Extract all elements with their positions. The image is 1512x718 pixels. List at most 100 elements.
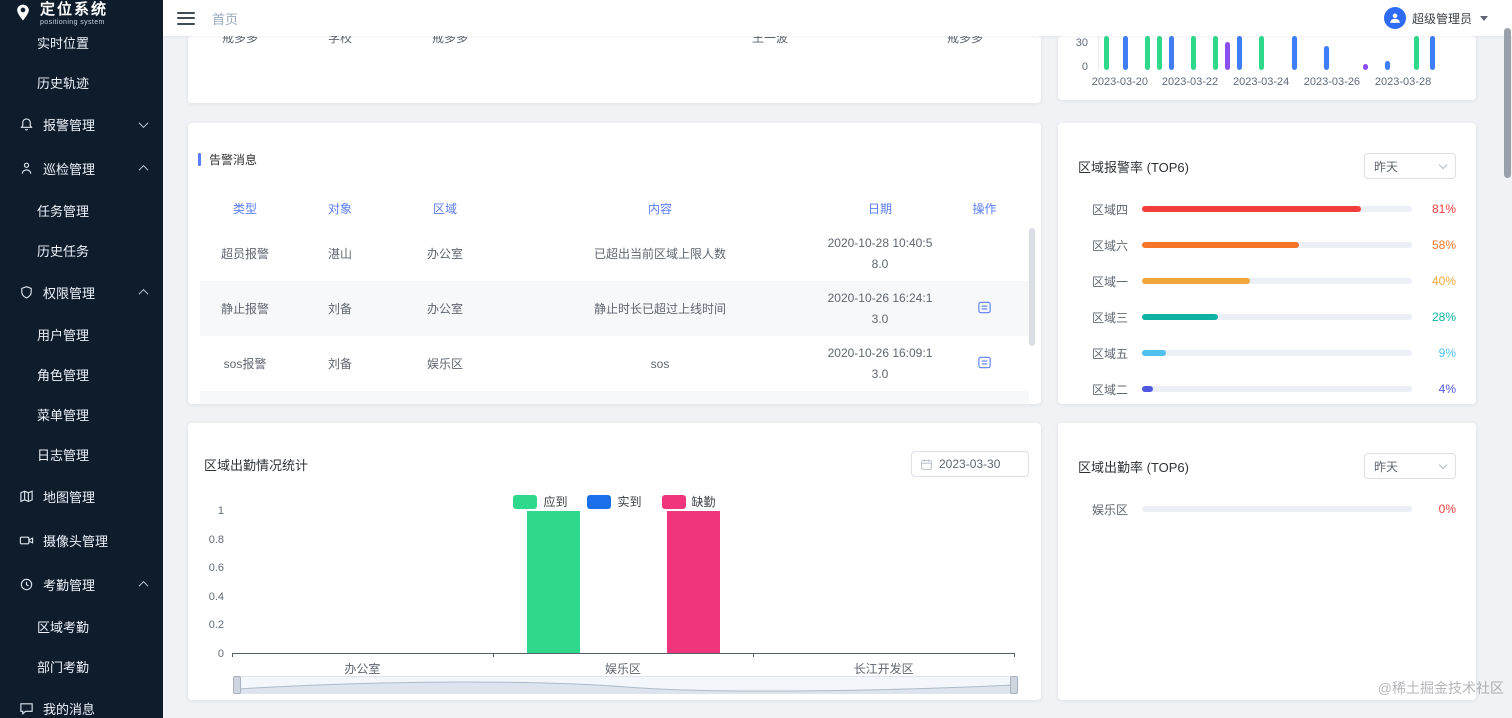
sidebar-item-camera-management[interactable]: 摄像头管理 <box>0 518 163 562</box>
alarm-row[interactable]: 2020-10-26 16:09:1 <box>200 391 1029 404</box>
legend-item-absent[interactable]: 缺勤 <box>661 493 716 510</box>
cell-area: 办公室 <box>426 302 463 316</box>
bar-缺勤 <box>666 511 720 653</box>
legend-item-expected[interactable]: 应到 <box>513 493 567 510</box>
time-filter-select[interactable]: 昨天 <box>1364 453 1456 479</box>
sidebar-item-area-attendance[interactable]: 区域考勤 <box>0 606 163 646</box>
card-alarm-messages: 告警消息 类型 对象 区域 内容 日期 操作 超员报警 湛山 办公室 已超出当前… <box>188 123 1041 404</box>
partial-cell: 戒多多 <box>431 36 469 45</box>
sidebar-item-role-management[interactable]: 角色管理 <box>0 354 163 394</box>
col-type[interactable]: 类型 <box>200 200 290 217</box>
progress-percent: 9% <box>1438 346 1456 360</box>
detail-icon[interactable] <box>977 300 992 315</box>
bar <box>1237 36 1243 70</box>
progress-fill <box>1142 278 1250 284</box>
sidebar-item-patrol-management[interactable]: 巡检管理 <box>0 146 163 190</box>
sidebar-item-department-attendance[interactable]: 部门考勤 <box>0 646 163 686</box>
table-scrollbar-thumb[interactable] <box>1029 228 1035 346</box>
cell-content: 静止时长已超过上线时间 <box>593 302 726 316</box>
progress-percent: 81% <box>1431 202 1456 216</box>
attendance-rate-list: 娱乐区 0% <box>1078 491 1456 527</box>
sidebar-item-map-management[interactable]: 地图管理 <box>0 474 163 518</box>
progress-row: 区域二 4% <box>1091 382 1456 397</box>
sidebar-item-permission-management[interactable]: 权限管理 <box>0 270 163 314</box>
y-axis-label: 0 <box>217 647 224 660</box>
sidebar-item-attendance-management[interactable]: 考勤管理 <box>0 562 163 606</box>
sidebar-item-menu-management[interactable]: 菜单管理 <box>0 394 163 434</box>
cell-date: 2020-10-26 16:09:1 3.0 <box>827 346 933 381</box>
bar <box>1225 42 1231 70</box>
cell-content: sos <box>650 356 670 371</box>
y-axis-labels: 1 0.8 0.6 0.4 0.2 0 <box>188 504 224 661</box>
partial-cell: 戒多多 <box>946 36 984 45</box>
bar <box>1104 36 1110 70</box>
logo-pin-icon <box>13 2 33 28</box>
sidebar-item-history-track[interactable]: 历史轨迹 <box>0 62 163 102</box>
camera-icon <box>19 533 34 548</box>
date-picker[interactable]: 2023-03-30 <box>911 451 1029 477</box>
progress-fill <box>1142 350 1167 356</box>
bar-应到 <box>526 511 580 653</box>
alarm-row[interactable]: 超员报警 湛山 办公室 已超出当前区域上限人数 2020-10-28 10:40… <box>200 226 1029 281</box>
legend-marker <box>513 494 538 509</box>
card-attendance-statistics: 区域出勤情况统计 2023-03-30 应到 实到 缺勤 1 0.8 0.6 0… <box>188 423 1041 700</box>
col-target[interactable]: 对象 <box>290 200 390 217</box>
bar <box>1291 36 1297 70</box>
legend-item-actual[interactable]: 实到 <box>587 493 642 510</box>
chevron-up-icon <box>138 164 149 175</box>
sidebar-item-history-task[interactable]: 历史任务 <box>0 230 163 270</box>
y-axis-label: 0 <box>1081 61 1088 73</box>
slider-handle-right[interactable] <box>1010 676 1018 694</box>
alarm-row[interactable]: 静止报警 刘备 办公室 静止时长已超过上线时间 2020-10-26 16:24… <box>200 281 1029 336</box>
datazoom-slider[interactable] <box>233 676 1018 694</box>
progress-row: 娱乐区 0% <box>1091 502 1456 517</box>
bar <box>1213 36 1219 70</box>
x-axis-labels: 办公室 娱乐区 长江开发区 <box>232 660 1014 677</box>
breadcrumb[interactable]: 首页 <box>212 9 238 28</box>
user-menu[interactable]: 超级管理员 <box>1383 7 1488 29</box>
alarm-rate-title: 区域报警率 (TOP6) <box>1078 159 1189 175</box>
sidebar-item-alarm-management[interactable]: 报警管理 <box>0 102 163 146</box>
bar <box>1168 36 1174 70</box>
detail-icon[interactable] <box>977 355 992 370</box>
x-axis-label: 办公室 <box>344 662 381 676</box>
time-filter-select[interactable]: 昨天 <box>1364 153 1456 179</box>
col-operation[interactable]: 操作 <box>940 200 1029 217</box>
alarm-row[interactable]: sos报警 刘备 娱乐区 sos 2020-10-26 16:09:1 3.0 <box>200 336 1029 391</box>
progress-percent: 58% <box>1431 238 1456 252</box>
progress-percent: 4% <box>1438 382 1456 396</box>
map-icon <box>19 489 34 504</box>
y-axis-label: 0.8 <box>208 533 224 546</box>
cell-type: 超员报警 <box>220 247 269 261</box>
x-axis-label: 2023-03-20 <box>1091 76 1149 88</box>
chart-legend: 应到 实到 缺勤 <box>188 493 1041 510</box>
cell-type: 静止报警 <box>220 302 269 316</box>
bar <box>1324 45 1330 70</box>
col-content[interactable]: 内容 <box>500 200 820 217</box>
top-chart-plot <box>1098 36 1440 70</box>
sidebar-item-log-management[interactable]: 日志管理 <box>0 434 163 474</box>
progress-fill <box>1142 206 1361 212</box>
slider-handle-left[interactable] <box>233 676 241 694</box>
person-icon <box>19 161 34 176</box>
progress-track <box>1142 350 1412 356</box>
sidebar-item-realtime-location[interactable]: 实时位置 <box>0 22 163 62</box>
progress-percent: 0% <box>1438 502 1456 516</box>
bar <box>1122 36 1128 70</box>
card-attendance-rate: 区域出勤率 (TOP6) 昨天 娱乐区 0% <box>1058 423 1476 700</box>
sidebar-item-my-messages[interactable]: 我的消息 <box>0 686 163 718</box>
bar <box>1429 36 1435 70</box>
col-area[interactable]: 区域 <box>390 200 500 217</box>
y-axis-label: 0.2 <box>208 619 224 632</box>
card-alarm-rate: 区域报警率 (TOP6) 昨天 区域四 81% 区域六 58% 区域一 40% … <box>1058 123 1476 404</box>
col-date[interactable]: 日期 <box>820 200 940 217</box>
avatar <box>1383 7 1406 29</box>
page-scrollbar[interactable] <box>1504 0 1511 718</box>
progress-row: 区域一 40% <box>1091 274 1456 289</box>
y-axis-label: 30 <box>1075 37 1088 49</box>
card-trend-chart: 30 0 2023-03-20 2023-03-22 2023-03-24 20… <box>1058 36 1476 100</box>
scrollbar-thumb[interactable] <box>1504 28 1511 178</box>
sidebar-toggle-icon[interactable] <box>177 11 195 25</box>
sidebar-item-user-management[interactable]: 用户管理 <box>0 314 163 354</box>
sidebar-item-task-management[interactable]: 任务管理 <box>0 190 163 230</box>
